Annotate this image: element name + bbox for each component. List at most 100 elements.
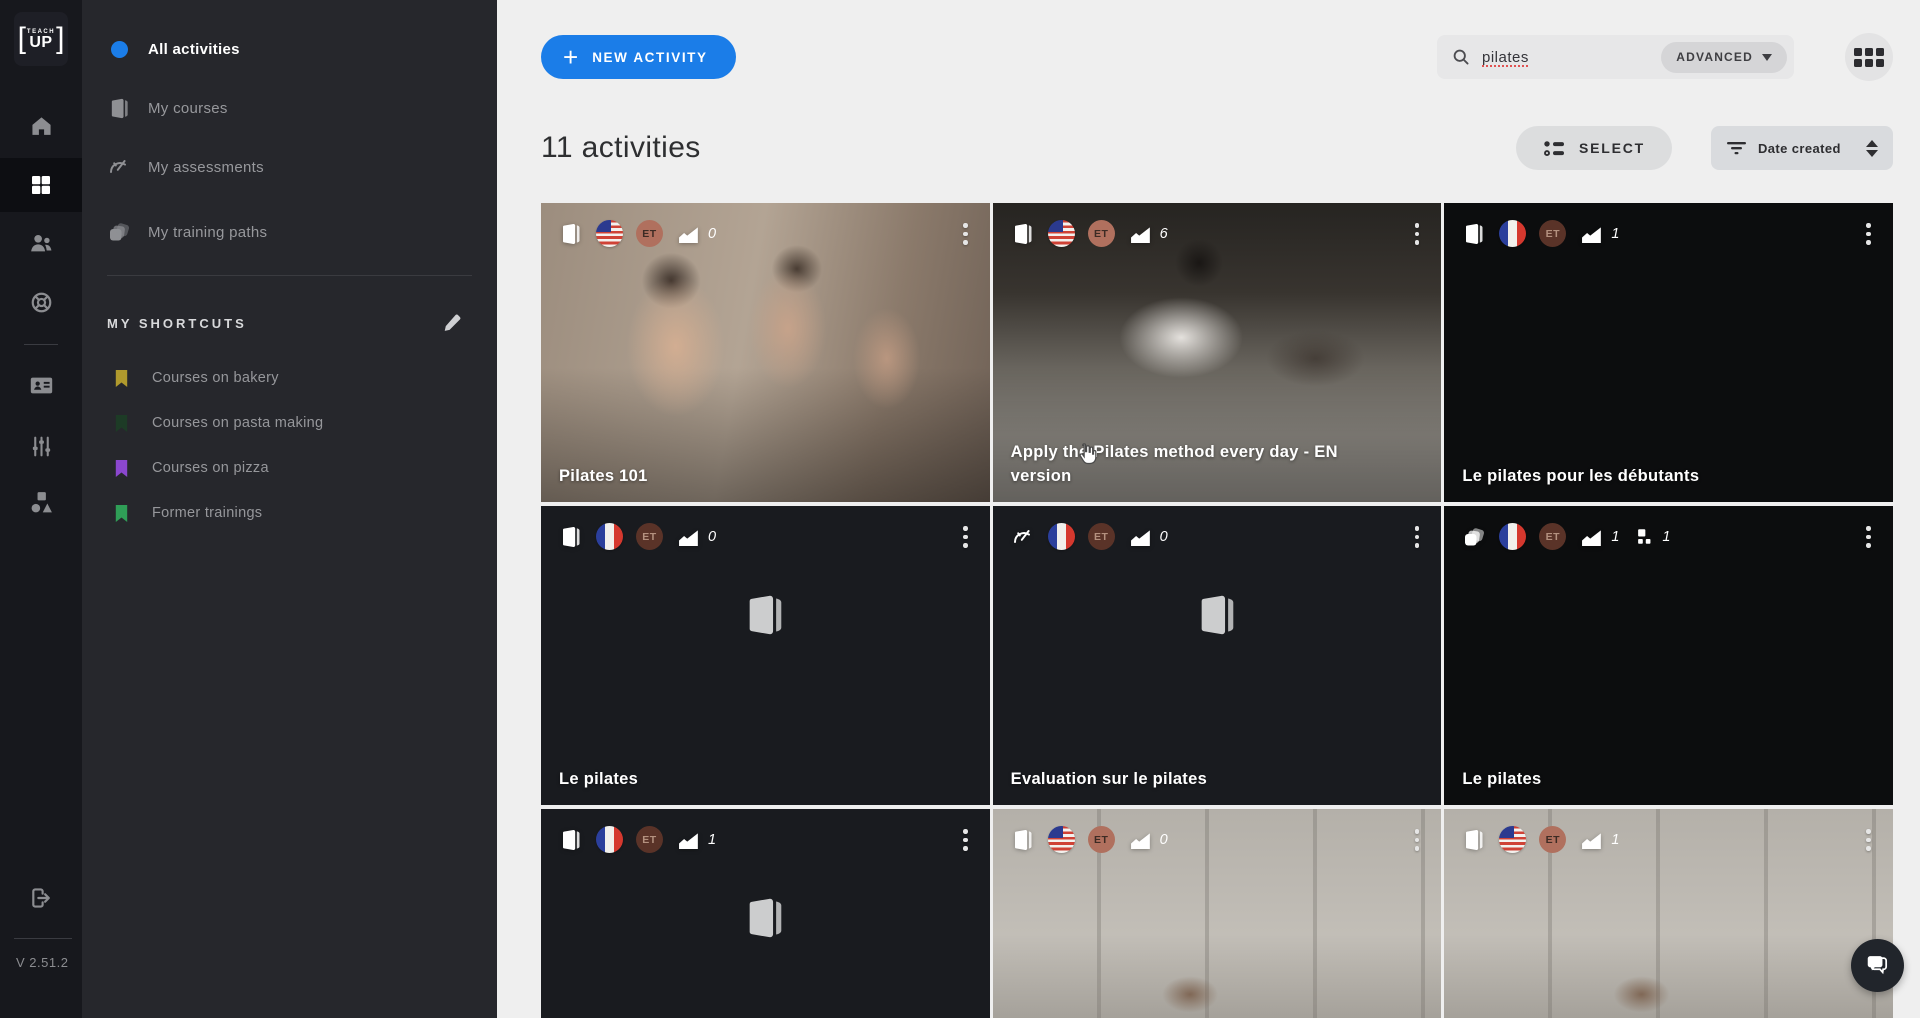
- users-icon[interactable]: [0, 216, 82, 270]
- level-count: 1: [1611, 529, 1619, 545]
- activity-title: Apply the Pilates method every day - EN …: [1011, 441, 1384, 489]
- author-badge: ET: [1088, 523, 1115, 550]
- card-menu-kebab-icon[interactable]: [1409, 219, 1426, 249]
- activity-card[interactable]: ET 1 Le pilates pour les débutants: [1444, 203, 1893, 502]
- grid-view-button[interactable]: [1845, 33, 1893, 81]
- chat-widget-button[interactable]: [1851, 939, 1904, 992]
- shortcut-item[interactable]: Former trainings: [82, 500, 497, 526]
- rail-divider: [14, 938, 72, 939]
- language-flag: [1499, 220, 1526, 247]
- search-input[interactable]: pilates ADVANCED: [1437, 35, 1794, 79]
- card-menu-kebab-icon[interactable]: [957, 219, 974, 249]
- logo-bracket: ]: [56, 26, 64, 52]
- id-card-icon[interactable]: [0, 358, 82, 412]
- placeholder-book-icon: [742, 592, 788, 638]
- mouse-pointer-cursor: [1073, 441, 1098, 466]
- shortcut-label: Courses on pizza: [152, 460, 269, 476]
- activity-card[interactable]: ET 0 Pilates 101: [541, 203, 990, 502]
- activity-card[interactable]: ET 0: [993, 809, 1442, 1018]
- shortcut-item[interactable]: Courses on pizza: [82, 455, 497, 481]
- card-header: ET 0: [541, 203, 990, 249]
- shortcut-label: Former trainings: [152, 505, 262, 521]
- new-activity-button[interactable]: + NEW ACTIVITY: [541, 35, 736, 79]
- activity-card[interactable]: ET 0 Le pilates: [541, 506, 990, 805]
- shapes-icon[interactable]: [0, 475, 82, 529]
- icon-rail: [ TEACH UP ] V 2.51.2: [0, 0, 82, 1018]
- sort-arrows-icon: [1866, 140, 1878, 157]
- bookmark-icon: [113, 459, 131, 478]
- activity-card[interactable]: ET 1: [1444, 809, 1893, 1018]
- shortcut-item[interactable]: Courses on bakery: [82, 365, 497, 391]
- new-activity-label: NEW ACTIVITY: [592, 50, 707, 65]
- author-badge: ET: [1539, 826, 1566, 853]
- level-count: 0: [1160, 529, 1168, 545]
- sidebar-item-my-courses[interactable]: My courses: [82, 94, 497, 122]
- sidebar-item-all-activities[interactable]: All activities: [82, 35, 497, 63]
- activity-title: Le pilates pour les débutants: [1462, 465, 1835, 489]
- card-header: ET 1 1: [1444, 506, 1893, 552]
- training-path-stack-icon: [106, 220, 132, 244]
- sidebar-item-my-training-paths[interactable]: My training paths: [82, 218, 497, 246]
- sort-dropdown[interactable]: Date created: [1711, 126, 1893, 170]
- sidebar-item-label: My assessments: [148, 159, 264, 176]
- author-badge: ET: [636, 523, 663, 550]
- search-value: pilates: [1482, 49, 1529, 66]
- placeholder-book-icon: [742, 895, 788, 941]
- level-chart-icon: [1130, 526, 1151, 547]
- author-badge: ET: [636, 826, 663, 853]
- teachup-logo[interactable]: [ TEACH UP ]: [14, 12, 68, 66]
- level-count: 1: [1611, 226, 1619, 242]
- advanced-search-button[interactable]: ADVANCED: [1661, 42, 1787, 73]
- sidebar-item-label: My training paths: [148, 224, 267, 241]
- card-header: ET 0: [541, 506, 990, 552]
- activities-grid-icon[interactable]: [0, 158, 82, 212]
- edit-shortcuts-pencil-icon[interactable]: [442, 312, 463, 333]
- card-header: ET 0: [993, 506, 1442, 552]
- chat-bubbles-icon: [1864, 952, 1892, 980]
- course-book-icon: [1011, 222, 1035, 246]
- card-menu-kebab-icon[interactable]: [1860, 825, 1877, 855]
- language-flag: [1048, 220, 1075, 247]
- modules-count: 1: [1662, 529, 1670, 545]
- bookmark-icon: [113, 504, 131, 523]
- card-menu-kebab-icon[interactable]: [957, 522, 974, 552]
- sidebar-item-my-assessments[interactable]: My assessments: [82, 153, 497, 181]
- card-menu-kebab-icon[interactable]: [957, 825, 974, 855]
- activity-card[interactable]: ET 1 1 Le pilates: [1444, 506, 1893, 805]
- level-stat: 1: [678, 829, 716, 850]
- activity-card[interactable]: ET 6 Apply the Pilates method every day …: [993, 203, 1442, 502]
- plus-icon: +: [563, 37, 578, 77]
- logo-text-up: UP: [29, 35, 52, 50]
- level-chart-icon: [678, 829, 699, 850]
- course-book-icon: [1011, 828, 1035, 852]
- help-lifering-icon[interactable]: [0, 275, 82, 329]
- author-badge: ET: [636, 220, 663, 247]
- course-book-icon: [559, 525, 583, 549]
- card-menu-kebab-icon[interactable]: [1409, 522, 1426, 552]
- chevron-down-icon: [1762, 54, 1772, 61]
- level-chart-icon: [678, 526, 699, 547]
- logout-icon[interactable]: [0, 871, 82, 925]
- activity-card[interactable]: ET 1: [541, 809, 990, 1018]
- select-list-icon: [1543, 139, 1566, 158]
- home-icon[interactable]: [0, 99, 82, 153]
- shortcut-item[interactable]: Courses on pasta making: [82, 410, 497, 436]
- card-menu-kebab-icon[interactable]: [1860, 219, 1877, 249]
- level-count: 6: [1160, 226, 1168, 242]
- activity-card[interactable]: ET 0 Evaluation sur le pilates: [993, 506, 1442, 805]
- level-stat: 0: [678, 526, 716, 547]
- level-chart-icon: [1581, 223, 1602, 244]
- card-menu-kebab-icon[interactable]: [1409, 825, 1426, 855]
- language-flag: [1048, 523, 1075, 550]
- logo-bracket: [: [18, 26, 26, 52]
- modules-stat: 1: [1636, 528, 1670, 545]
- level-count: 0: [708, 226, 716, 242]
- card-menu-kebab-icon[interactable]: [1860, 522, 1877, 552]
- select-button[interactable]: SELECT: [1516, 126, 1672, 170]
- sidebar-divider: [107, 275, 472, 276]
- language-flag: [596, 220, 623, 247]
- language-flag: [1048, 826, 1075, 853]
- page-title: 11 activities: [541, 131, 701, 165]
- level-stat: 0: [678, 223, 716, 244]
- settings-sliders-icon[interactable]: [0, 419, 82, 473]
